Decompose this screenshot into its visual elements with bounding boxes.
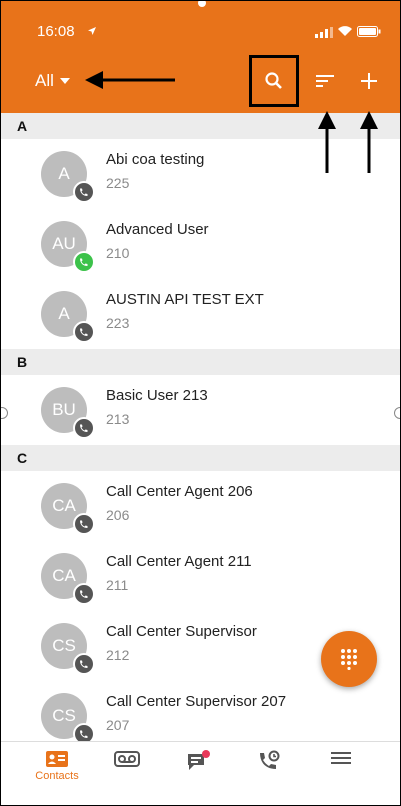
contact-row[interactable]: A Abi coa testing 225: [1, 139, 400, 211]
tab-voicemail[interactable]: [97, 750, 157, 768]
section-header: C: [1, 445, 400, 471]
contact-extension: 225: [106, 175, 130, 191]
tab-contacts-label: Contacts: [35, 770, 79, 782]
search-button[interactable]: [249, 55, 299, 107]
tab-call-history[interactable]: [239, 750, 299, 772]
bottom-tab-bar: Contacts: [1, 741, 400, 805]
annotation-arrow-up: [318, 111, 336, 173]
phone-icon: [80, 328, 88, 336]
contact-row[interactable]: AU Advanced User 210: [1, 209, 400, 281]
phone-icon: [80, 730, 88, 738]
contact-row[interactable]: CA Call Center Agent 206 206: [1, 471, 400, 543]
plus-icon: [361, 73, 377, 89]
phone-screen: 16:08 All A A Abi coa testing 225 AU Advanced…: [0, 0, 401, 806]
contact-extension: 206: [106, 507, 130, 523]
section-header: B: [1, 349, 400, 375]
phone-icon: [80, 590, 88, 598]
call-history-icon: [260, 750, 280, 769]
contact-name: Basic User 213: [106, 387, 208, 404]
app-bar: All: [1, 49, 400, 113]
sort-icon: [316, 75, 334, 87]
dialpad-icon: [341, 649, 357, 670]
annotation-arrow-up: [360, 111, 378, 173]
status-time: 16:08: [37, 23, 75, 40]
phone-icon: [80, 660, 88, 668]
contact-row[interactable]: A AUSTIN API TEST EXT 223: [1, 279, 400, 351]
phone-icon: [80, 258, 88, 266]
contact-extension: 210: [106, 245, 130, 261]
add-contact-button[interactable]: [351, 63, 387, 99]
presence-badge: [73, 583, 95, 605]
contact-extension: 223: [106, 315, 130, 331]
filter-label: All: [35, 71, 54, 90]
home-indicator: [198, 1, 206, 7]
contact-extension: 207: [106, 717, 130, 733]
contact-extension: 211: [106, 577, 129, 593]
presence-badge: [73, 321, 95, 343]
battery-icon: [357, 26, 381, 37]
menu-icon: [331, 752, 351, 764]
tab-menu[interactable]: [311, 750, 371, 766]
contact-name: Advanced User: [106, 221, 209, 238]
contact-name: Call Center Agent 206: [106, 483, 253, 500]
contacts-icon: [46, 751, 68, 767]
signal-icon: [315, 27, 333, 38]
annotation-arrow-left: [85, 71, 175, 89]
contact-row[interactable]: CA Call Center Agent 211 211: [1, 541, 400, 613]
contact-extension: 213: [106, 411, 130, 427]
contact-name: Call Center Supervisor: [106, 623, 257, 640]
location-arrow-icon: [88, 27, 96, 35]
contact-name: Call Center Agent 211: [106, 553, 252, 570]
phone-icon: [80, 520, 88, 528]
phone-icon: [80, 188, 88, 196]
wifi-icon: [338, 26, 352, 36]
presence-badge: [73, 653, 95, 675]
tab-chat[interactable]: [169, 750, 229, 772]
sort-button[interactable]: [307, 63, 343, 99]
phone-icon: [80, 424, 88, 432]
presence-badge: [73, 181, 95, 203]
chat-icon: [188, 750, 210, 770]
status-bar: 16:08: [1, 1, 400, 49]
tab-contacts[interactable]: Contacts: [27, 750, 87, 782]
contact-name: Call Center Supervisor 207: [106, 693, 287, 710]
presence-badge: [73, 251, 95, 273]
chevron-down-icon: [59, 78, 70, 84]
contact-name: Abi coa testing: [106, 151, 205, 168]
presence-badge: [73, 417, 95, 439]
search-icon: [265, 72, 282, 89]
dialpad-button[interactable]: [321, 631, 377, 687]
contact-extension: 212: [106, 647, 130, 663]
filter-dropdown[interactable]: All: [35, 71, 70, 91]
presence-badge: [73, 513, 95, 535]
scroll-edge-dot: [394, 407, 400, 419]
contact-row[interactable]: BU Basic User 213 213: [1, 375, 400, 447]
section-header: A: [1, 113, 400, 139]
voicemail-icon: [114, 751, 140, 767]
contact-name: AUSTIN API TEST EXT: [106, 291, 264, 308]
